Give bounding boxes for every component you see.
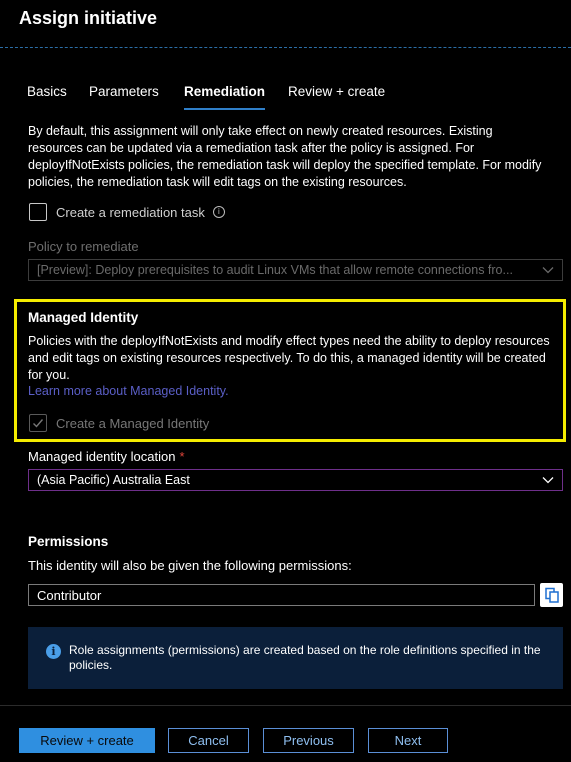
policy-to-remediate-dropdown[interactable]: [Preview]: Deploy prerequisites to audit… [28,259,563,281]
managed-identity-section: Managed Identity Policies with the deplo… [14,299,566,442]
policy-to-remediate-label: Policy to remediate [28,239,139,254]
info-icon: i [46,644,61,659]
managed-identity-title: Managed Identity [28,310,139,325]
tab-remediation[interactable]: Remediation [184,84,266,110]
managed-identity-text: Policies with the deployIfNotExists and … [28,334,550,382]
chevron-down-icon [542,477,554,484]
previous-button[interactable]: Previous [263,728,354,753]
required-marker: * [179,449,185,464]
review-create-button[interactable]: Review + create [19,728,155,753]
identity-location-dropdown[interactable]: (Asia Pacific) Australia East [28,469,563,491]
permissions-role-field[interactable]: Contributor [28,584,535,606]
remediation-task-row: Create a remediation task i [29,203,225,221]
chevron-down-icon [542,267,554,274]
permissions-role-value: Contributor [37,587,102,603]
tab-review-create[interactable]: Review + create [288,84,385,110]
create-managed-identity-row: Create a Managed Identity [29,414,209,432]
remediation-task-checkbox[interactable] [29,203,47,221]
page-title: Assign initiative [19,8,158,28]
tab-basics[interactable]: Basics [27,84,67,110]
copy-button[interactable] [540,583,563,607]
learn-more-managed-identity-link[interactable]: Learn more about Managed Identity. [28,384,229,398]
identity-location-label: Managed identity location * [28,449,185,464]
create-managed-identity-checkbox[interactable] [29,414,47,432]
checkmark-icon [33,419,44,428]
permissions-title: Permissions [28,534,109,549]
footer-divider [0,705,571,706]
remediation-task-label: Create a remediation task [56,204,205,220]
tab-parameters[interactable]: Parameters [89,84,159,110]
copy-icon [544,587,559,603]
permissions-text: This identity will also be given the fol… [28,558,352,573]
info-banner: i Role assignments (permissions) are cre… [28,627,563,689]
info-circle-icon[interactable]: i [212,206,225,218]
remediation-description: By default, this assignment will only ta… [28,124,542,189]
identity-location-label-text: Managed identity location [28,449,176,464]
policy-to-remediate-value: [Preview]: Deploy prerequisites to audit… [37,263,513,277]
info-banner-text: Role assignments (permissions) are creat… [69,643,541,672]
cancel-button[interactable]: Cancel [168,728,249,753]
blade-header: Assign initiative [0,0,571,48]
identity-location-value: (Asia Pacific) Australia East [37,473,190,487]
create-managed-identity-label: Create a Managed Identity [56,415,210,431]
next-button[interactable]: Next [368,728,448,753]
